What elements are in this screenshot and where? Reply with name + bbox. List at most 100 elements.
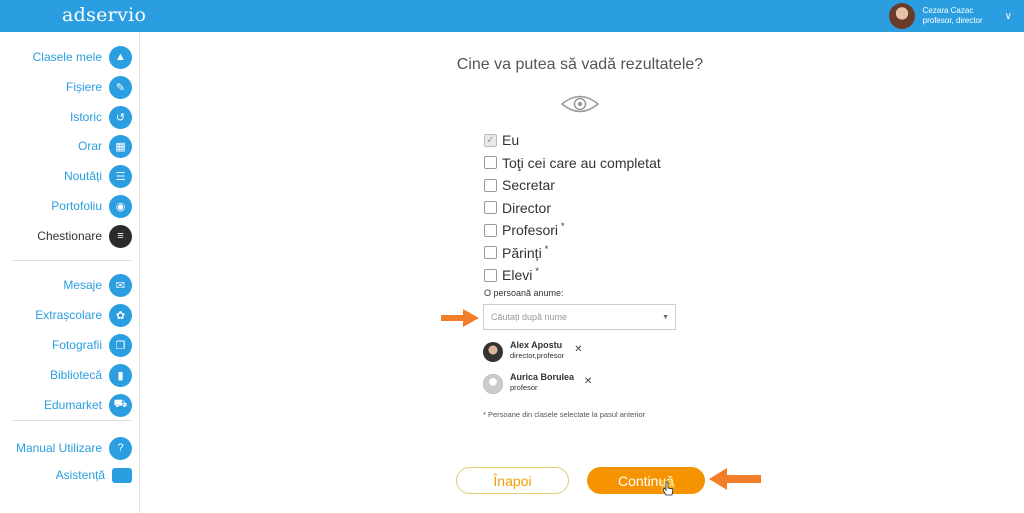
option-label: Director (502, 199, 552, 216)
library-icon: ▮ (109, 363, 132, 387)
sidebar-divider (12, 260, 132, 261)
app-logo[interactable]: adservio (62, 4, 146, 26)
option-label: Părinți (502, 244, 542, 261)
selected-person: Aurica Borulea profesor ✕ (483, 372, 592, 394)
sidebar-item[interactable]: Manual Utilizare? (0, 435, 140, 461)
user-avatar (888, 3, 915, 29)
cart-icon: ⛟ (109, 393, 132, 417)
option-label: Profesori (502, 222, 559, 239)
sidebar-item[interactable]: Chestionare ≡ (0, 223, 140, 249)
checkbox[interactable] (484, 223, 497, 237)
person-search-placeholder: Căutați după nume (491, 312, 568, 322)
option-label: Eu (502, 132, 520, 149)
sidebar-item-label: Asistență (55, 468, 105, 482)
user-name: Cezara Cazac (922, 6, 974, 15)
news-icon: ☰ (109, 164, 132, 188)
continue-button[interactable]: Continuă (587, 467, 705, 494)
help-icon: ? (109, 436, 132, 460)
sidebar-item[interactable]: Mesaje ✉ (0, 272, 140, 298)
sidebar-item[interactable]: Noutăți ☰ (0, 163, 140, 189)
sidebar-item[interactable]: Fotografii ❐ (0, 332, 140, 358)
chat-icon (112, 467, 132, 483)
visibility-option[interactable]: Elevi * (484, 264, 661, 287)
sidebar-item-label: Clasele mele (32, 50, 102, 64)
checkbox[interactable] (484, 156, 497, 170)
checkbox[interactable] (484, 268, 497, 282)
portfolio-icon: ◉ (109, 194, 132, 218)
sidebar-item[interactable]: Edumarket ⛟ (0, 392, 140, 418)
hand-cursor-icon (661, 480, 675, 496)
paperclip-icon: ✎ (109, 75, 132, 99)
checkbox-checked[interactable]: ✓ (484, 133, 497, 147)
asterisk-marker: * (535, 266, 539, 277)
sidebar-item-label: Mesaje (63, 278, 102, 292)
footnote: * Persoane din clasele selectate la pasu… (483, 410, 646, 419)
option-label: Secretar (502, 177, 555, 194)
mail-icon: ✉ (109, 273, 132, 297)
option-label: Elevi (502, 267, 533, 284)
person-role: profesor (510, 383, 538, 392)
chevron-down-icon[interactable]: ∨ (1005, 11, 1012, 22)
asterisk-marker: * (561, 221, 565, 232)
sidebar-item-label: Fotografii (51, 338, 102, 352)
sidebar-item-label: Portofoliu (51, 199, 102, 213)
questionnaire-icon: ≡ (109, 224, 132, 248)
annotation-arrow-icon (709, 468, 761, 490)
sidebar-item-label: Noutăți (63, 169, 102, 183)
sidebar-item-label: Extrașcolare (35, 308, 102, 322)
sidebar-item[interactable]: Extrașcolare ✿ (0, 302, 140, 328)
visibility-option[interactable]: Părinți * (484, 242, 661, 265)
activities-icon: ✿ (109, 303, 132, 327)
calendar-icon: ▦ (109, 134, 132, 158)
avatar (483, 342, 503, 362)
visibility-option[interactable]: Secretar (484, 174, 661, 197)
person-name: Alex Apostu (510, 340, 563, 350)
selected-person: Alex Apostu director,profesor ✕ (483, 340, 583, 362)
user-role: profesor, director (922, 16, 983, 25)
sidebar-item-label: Fișiere (65, 80, 102, 94)
sidebar-divider (12, 420, 132, 421)
top-bar: adservio Cezara Cazac profesor, director… (0, 0, 1024, 32)
eye-icon (561, 95, 599, 113)
sidebar-item-label: Orar (78, 139, 102, 153)
back-button[interactable]: Înapoi (456, 467, 569, 494)
page-title: Cine va putea să vadă rezultatele? (456, 56, 704, 73)
sidebar-item-label: Chestionare (37, 229, 102, 243)
checkbox[interactable] (484, 201, 497, 215)
sidebar-item[interactable]: Clasele mele ▲ (0, 44, 140, 70)
asterisk-marker: * (544, 243, 549, 254)
class-icon: ▲ (109, 45, 132, 69)
sidebar-item[interactable]: Bibliotecă ▮ (0, 362, 140, 388)
remove-person-icon[interactable]: ✕ (574, 344, 582, 355)
person-name: Aurica Borulea (510, 372, 575, 382)
remove-person-icon[interactable]: ✕ (584, 376, 592, 387)
sidebar-item[interactable]: Istoric ↺ (0, 104, 140, 130)
option-label: Toţi cei care au completat (502, 154, 661, 171)
checkbox[interactable] (484, 178, 497, 192)
sidebar-item[interactable]: Asistență (0, 462, 140, 488)
main-content: Cine va putea să vadă rezultatele? ✓ Eu To… (141, 32, 1024, 513)
visibility-option[interactable]: Profesori * (484, 219, 661, 242)
visibility-option[interactable]: Director (484, 197, 661, 220)
person-search-select[interactable]: Căutați după nume ▼ (483, 304, 676, 330)
user-menu[interactable]: Cezara Cazac profesor, director ∨ (888, 2, 1012, 30)
visibility-option[interactable]: ✓ Eu (484, 129, 661, 152)
sidebar-item-label: Istoric (69, 110, 102, 124)
avatar (483, 374, 503, 394)
sidebar-item[interactable]: Fișiere ✎ (0, 74, 140, 100)
sidebar-item[interactable]: Orar ▦ (0, 133, 140, 159)
sidebar-item-label: Bibliotecă (49, 368, 102, 382)
person-role: director,profesor (510, 351, 565, 360)
history-icon: ↺ (109, 105, 132, 129)
sidebar: Clasele mele ▲ Fișiere ✎ Istoric ↺ Orar ▦ Noutăț… (0, 32, 140, 513)
specific-person-label: O persoană anume: (484, 288, 564, 298)
annotation-arrow-icon (441, 309, 479, 327)
sidebar-item-label: Manual Utilizare (15, 441, 102, 455)
visibility-option[interactable]: Toţi cei care au completat (484, 152, 661, 175)
sidebar-item-label: Edumarket (43, 398, 102, 412)
checkbox[interactable] (484, 246, 497, 260)
visibility-options: ✓ Eu Toţi cei care au completat Secretar Dir… (484, 129, 661, 287)
sidebar-item[interactable]: Portofoliu ◉ (0, 193, 140, 219)
caret-down-icon: ▼ (662, 314, 669, 321)
photos-icon: ❐ (109, 333, 132, 357)
